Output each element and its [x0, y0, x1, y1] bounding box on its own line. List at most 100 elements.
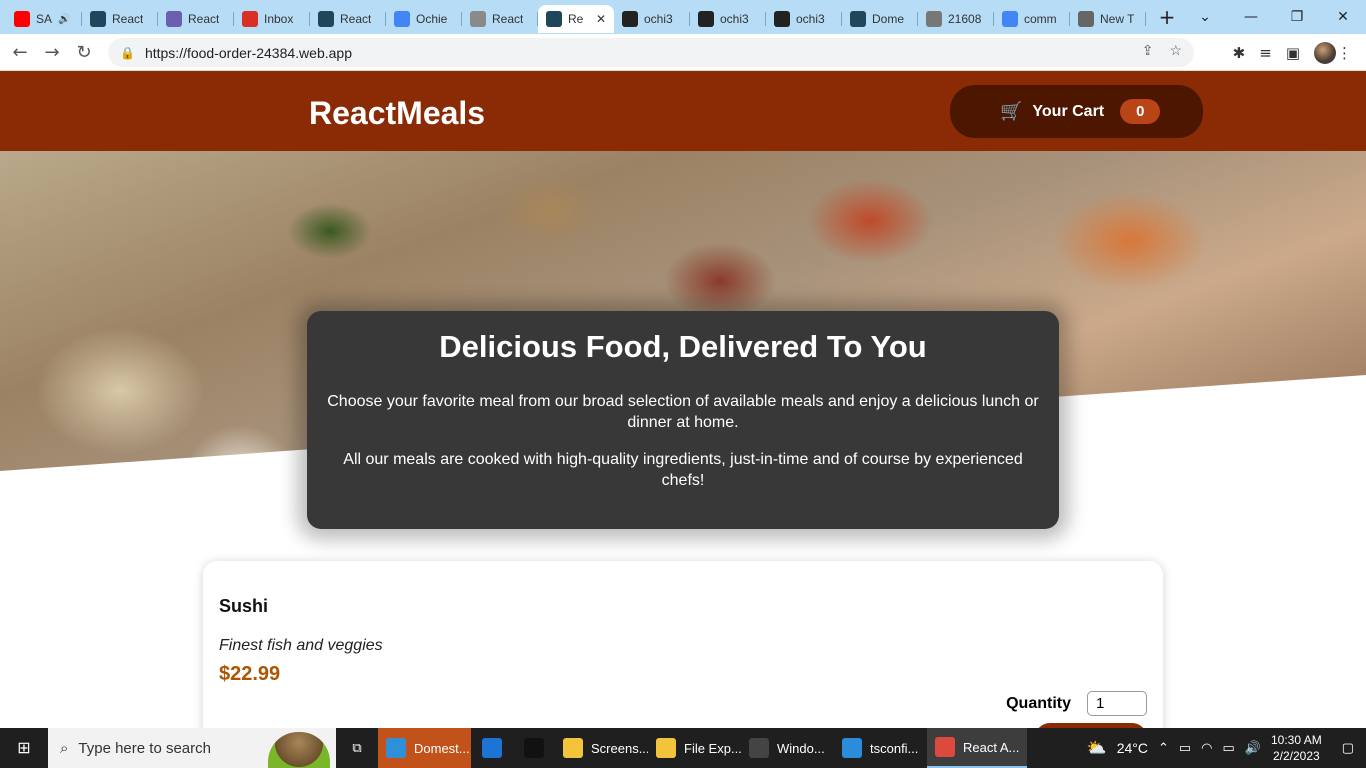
- summary-title: Delicious Food, Delivered To You: [439, 329, 927, 364]
- youtube-icon: [14, 11, 30, 27]
- extensions-icon[interactable]: ✱: [1233, 44, 1246, 62]
- cart-label: Your Cart: [1032, 102, 1105, 120]
- browser-tab[interactable]: React: [310, 5, 386, 33]
- browser-tab[interactable]: SA 🔊: [6, 5, 82, 33]
- weather-icon[interactable]: ⛅: [1087, 738, 1107, 758]
- react-outline-icon: [470, 11, 486, 27]
- summary-paragraph-1: Choose your favorite meal from our broad…: [327, 393, 1039, 431]
- menu-kebab-icon[interactable]: ⋮: [1337, 44, 1352, 62]
- window-controls: ⌄ — ❐ ✕: [1182, 0, 1366, 34]
- tab-title: React: [188, 12, 220, 26]
- wifi-icon[interactable]: ◠: [1201, 740, 1212, 756]
- notifications-icon[interactable]: ▢: [1342, 740, 1354, 756]
- react-icon: [90, 11, 106, 27]
- summary-paragraph-2: All our meals are cooked with high-quali…: [343, 451, 1023, 489]
- address-bar[interactable]: 🔒 https://food-order-24384.web.app ⇪ ☆: [108, 38, 1194, 67]
- taskbar-app-label: File Exp...: [684, 740, 741, 756]
- taskbar-app[interactable]: Domest...: [378, 728, 471, 768]
- taskbar-app[interactable]: React A...: [927, 728, 1028, 768]
- tab-title: Re: [568, 12, 584, 26]
- reload-icon[interactable]: ↻: [68, 42, 100, 63]
- browser-tab[interactable]: React: [82, 5, 158, 33]
- meal-description: Finest fish and veggies: [219, 637, 383, 654]
- tray-chevron-icon[interactable]: ⌃: [1158, 740, 1169, 756]
- react-icon: [546, 11, 562, 27]
- tab-search-icon[interactable]: ⌄: [1182, 0, 1228, 34]
- search-placeholder: Type here to search: [78, 739, 211, 757]
- taskbar-app[interactable]: [513, 728, 555, 768]
- gmail-icon: [242, 11, 258, 27]
- cart-button[interactable]: 🛒 Your Cart 0: [950, 85, 1203, 138]
- task-view-icon[interactable]: ⧉: [336, 728, 378, 768]
- browser-tab[interactable]: New T: [1070, 5, 1146, 33]
- system-tray: ⛅ 24°C ⌃ ▭ ◠ ▭ 🔊 10:30 AM 2/2/2023 ▢: [1087, 728, 1366, 768]
- tab-close-icon[interactable]: ✕: [596, 12, 606, 26]
- weather-temp[interactable]: 24°C: [1117, 740, 1148, 756]
- windows-taskbar: ⊞ ⌕ Type here to search ⧉ Domest... Scree…: [0, 728, 1366, 768]
- quantity-input[interactable]: [1087, 691, 1147, 716]
- taskbar-app-label: Windo...: [777, 740, 825, 756]
- tab-title: 21608: [948, 12, 982, 26]
- browser-tab[interactable]: Ochie: [386, 5, 462, 33]
- browser-tab[interactable]: Dome: [842, 5, 918, 33]
- volume-icon[interactable]: 🔊: [1245, 740, 1261, 756]
- taskbar-app[interactable]: Windo...: [741, 728, 834, 768]
- tab-title: Dome: [872, 12, 905, 26]
- tab-title: React: [492, 12, 524, 26]
- minimize-icon[interactable]: —: [1228, 0, 1274, 34]
- cart-icon: 🛒: [1000, 101, 1023, 121]
- tab-audio-icon[interactable]: 🔊: [58, 14, 70, 25]
- meal-price: $22.99: [219, 663, 281, 685]
- tab-title: Inbox: [264, 12, 294, 26]
- docs-icon: [394, 11, 410, 27]
- terminal-icon: [749, 738, 769, 758]
- close-window-icon[interactable]: ✕: [1320, 0, 1366, 34]
- browser-tab[interactable]: ochi3: [766, 5, 842, 33]
- browser-tab[interactable]: comm: [994, 5, 1070, 33]
- forward-icon[interactable]: →: [36, 42, 68, 63]
- taskbar-apps: Domest... Screens... File Exp... Windo... ts…: [378, 728, 1028, 768]
- reading-list-icon[interactable]: ≡: [1259, 44, 1272, 62]
- browser-tab[interactable]: 21608: [918, 5, 994, 33]
- browser-tab[interactable]: Re ✕: [538, 5, 614, 33]
- tab-title: Ochie: [416, 12, 448, 26]
- windows-start-icon[interactable]: ⊞: [0, 728, 48, 768]
- tab-title: ochi3: [720, 12, 749, 26]
- clock[interactable]: 10:30 AM 2/2/2023: [1271, 732, 1322, 764]
- share-icon[interactable]: ⇪: [1142, 42, 1154, 59]
- new-tab-button[interactable]: +: [1150, 5, 1184, 29]
- browser-tab[interactable]: React: [158, 5, 234, 33]
- chrome-icon: [935, 737, 955, 757]
- mail-icon: [482, 738, 502, 758]
- browser-tab[interactable]: Inbox: [234, 5, 310, 33]
- side-panel-icon[interactable]: ▣: [1286, 44, 1300, 62]
- vscode-icon: [842, 738, 862, 758]
- app-header: ReactMeals 🛒 Your Cart 0: [0, 71, 1366, 151]
- browser-tab[interactable]: ochi3: [690, 5, 766, 33]
- github-icon: [698, 11, 714, 27]
- restore-icon[interactable]: ❐: [1274, 0, 1320, 34]
- tab-title: ochi3: [644, 12, 673, 26]
- battery-icon[interactable]: ▭: [1223, 740, 1235, 756]
- taskbar-app[interactable]: File Exp...: [648, 728, 741, 768]
- taskbar-app[interactable]: Screens...: [555, 728, 648, 768]
- brand-title: ReactMeals: [309, 95, 486, 131]
- clock-date: 2/2/2023: [1272, 749, 1320, 763]
- meet-now-icon[interactable]: ▭: [1179, 740, 1191, 756]
- tab-title: React: [340, 12, 372, 26]
- github-icon: [774, 11, 790, 27]
- tab-title: ochi3: [796, 12, 825, 26]
- github-icon: [622, 11, 638, 27]
- back-icon[interactable]: ←: [4, 42, 36, 63]
- browser-tab[interactable]: React: [462, 5, 538, 33]
- tab-title: comm: [1024, 12, 1057, 26]
- browser-tab[interactable]: ochi3: [614, 5, 690, 33]
- taskbar-app-label: Screens...: [591, 740, 648, 756]
- bookmark-star-icon[interactable]: ☆: [1169, 42, 1182, 59]
- taskbar-app[interactable]: [471, 728, 513, 768]
- clock-time: 10:30 AM: [1271, 733, 1322, 747]
- profile-avatar[interactable]: [1314, 41, 1336, 64]
- taskbar-search-box[interactable]: ⌕ Type here to search: [48, 728, 336, 768]
- taskbar-app[interactable]: tsconfi...: [834, 728, 927, 768]
- search-highlight-icon: [268, 732, 330, 768]
